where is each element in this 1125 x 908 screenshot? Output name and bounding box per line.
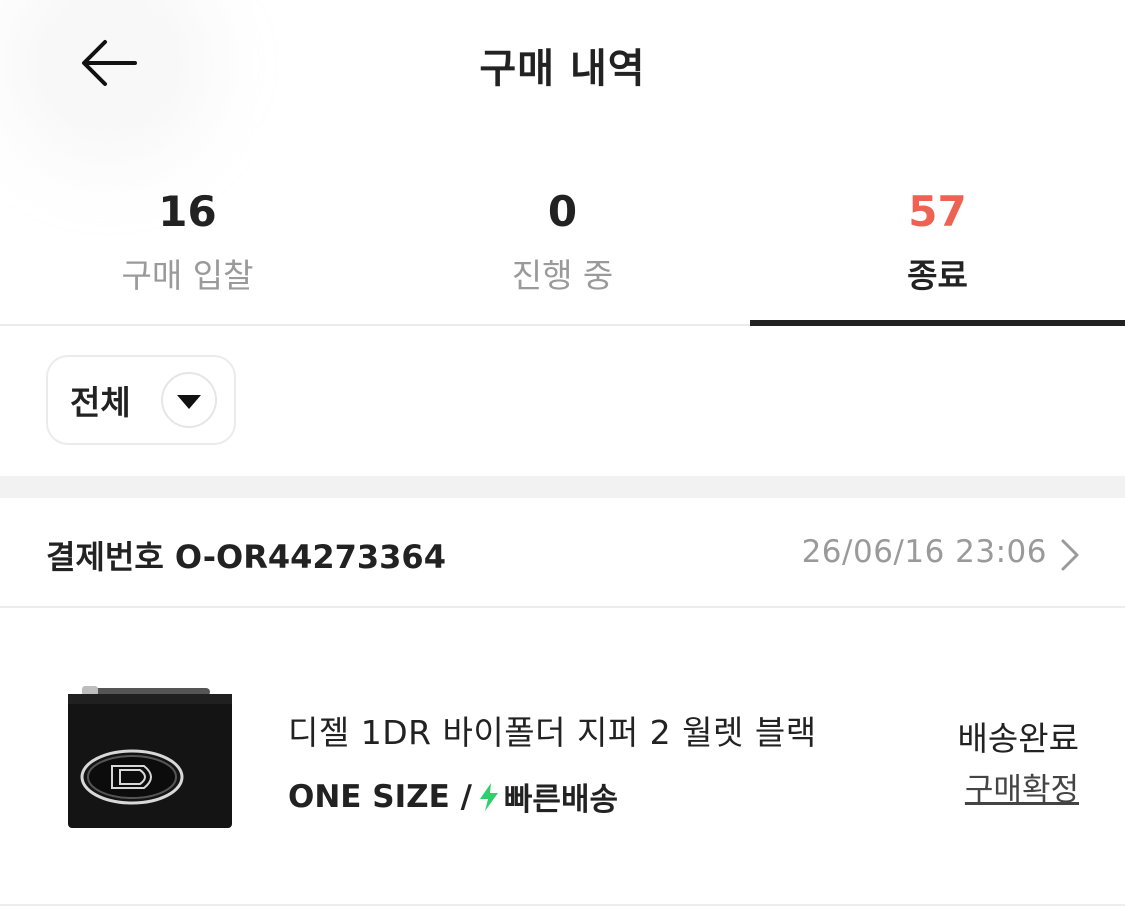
lightning-icon xyxy=(479,782,498,811)
page-title: 구매 내역 xyxy=(479,46,646,92)
section-divider xyxy=(0,476,1125,498)
chevron-right-icon xyxy=(1061,539,1079,571)
confirm-purchase-link[interactable]: 구매확정 xyxy=(965,764,1079,809)
purchase-history-page: 구매 내역 16 구매 입찰 0 진행 중 57 종료 전체 결제번호 O-OR… xyxy=(0,0,1125,908)
order-header[interactable]: 결제번호 O-OR44273364 26/06/16 23:06 xyxy=(0,498,1125,608)
tab-count: 0 xyxy=(547,187,578,236)
tab-count: 16 xyxy=(158,187,217,236)
tab-purchase-bids[interactable]: 16 구매 입찰 xyxy=(0,180,375,326)
order-number-value: O-OR44273364 xyxy=(174,538,446,576)
active-tab-indicator xyxy=(750,320,1125,326)
dropdown-circle xyxy=(160,372,217,428)
delivery-type: 빠른배송 xyxy=(503,782,618,818)
summary-tabs: 16 구매 입찰 0 진행 중 57 종료 xyxy=(0,180,1125,326)
status-badge: 배송완료 xyxy=(957,719,1079,758)
product-options: ONE SIZE / 빠른배송 xyxy=(288,774,618,819)
product-item[interactable]: 디젤 1DR 바이폴더 지퍼 2 월렛 블랙 ONE SIZE / 빠른배송 배… xyxy=(0,610,1125,906)
tab-count: 57 xyxy=(908,187,967,236)
tab-label: 진행 중 xyxy=(511,256,614,295)
header: 구매 내역 xyxy=(0,0,1125,130)
product-size: ONE SIZE / xyxy=(288,778,472,815)
tab-label: 구매 입찰 xyxy=(121,256,254,295)
order-date: 26/06/16 23:06 xyxy=(801,534,1047,570)
triangle-down-icon xyxy=(176,395,201,409)
filter-dropdown[interactable]: 전체 xyxy=(46,355,236,445)
product-image[interactable] xyxy=(60,682,240,832)
product-name: 디젤 1DR 바이폴더 지퍼 2 월렛 블랙 xyxy=(288,713,817,752)
order-number-label: 결제번호 xyxy=(46,538,164,576)
tab-completed[interactable]: 57 종료 xyxy=(750,180,1125,326)
tab-in-progress[interactable]: 0 진행 중 xyxy=(375,180,750,326)
tab-label: 종료 xyxy=(907,256,968,295)
order-number: 결제번호 O-OR44273364 xyxy=(46,532,446,578)
filter-label: 전체 xyxy=(70,383,131,422)
